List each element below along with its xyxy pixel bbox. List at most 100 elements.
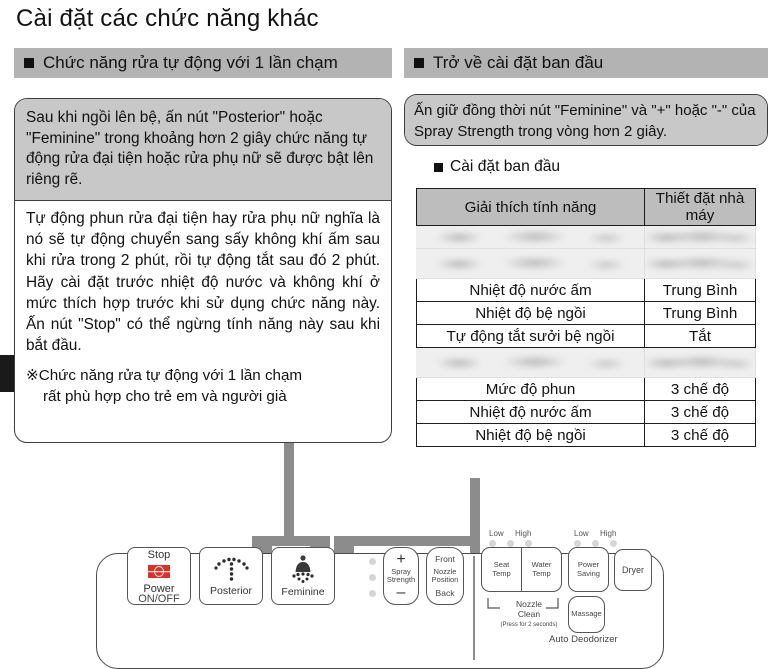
- led-dot: [610, 540, 617, 547]
- nozzle-position-label-2: Position: [431, 575, 459, 584]
- led-dot: [592, 540, 599, 547]
- section-header-left: Chức năng rửa tự động với 1 lần chạm: [14, 48, 392, 78]
- led-dot: [507, 540, 514, 547]
- power-saving-label-2: Saving: [577, 568, 600, 578]
- water-temp-label-2: Temp: [532, 568, 551, 578]
- indicator-dot: [369, 558, 376, 565]
- power-onoff-label: ON/OFF: [138, 593, 180, 605]
- table-col-header-setting: Thiết đặt nhà máy: [644, 188, 756, 226]
- posterior-button[interactable]: Posterior: [199, 547, 263, 605]
- table-cell-setting: 3 chế độ: [644, 423, 756, 447]
- led-low-label-2: Low: [574, 529, 589, 538]
- bullet-square-icon: [24, 58, 34, 68]
- water-temp-button[interactable]: Water Temp: [521, 547, 562, 592]
- table-cell-feature: Tự động tắt sưởi bệ ngồi: [416, 324, 645, 348]
- page-title: Cài đặt các chức năng khác: [16, 5, 319, 32]
- table-row: Nhiệt độ bệ ngồi Trung Bình: [416, 301, 756, 325]
- dryer-label: Dryer: [622, 564, 644, 575]
- nozzle-front-label: Front: [435, 554, 455, 564]
- table-cell-feature: Nhiệt độ nước ấm: [416, 278, 645, 302]
- left-callout-grey-text: Sau khi ngồi lên bệ, ấn nút "Posterior" …: [15, 99, 391, 201]
- right-callout-box: Ấn giữ đồng thời nút "Feminine" và "+" h…: [404, 94, 768, 146]
- initial-settings-table: Giải thích tính năng Thiết đặt nhà máy N…: [416, 188, 756, 447]
- nozzle-clean-label-2: Clean: [517, 608, 541, 619]
- section-header-left-label: Chức năng rửa tự động với 1 lần chạm: [43, 53, 338, 72]
- table-row: Nhiệt độ bệ ngồi 3 chế độ: [416, 423, 756, 447]
- spray-strength-button[interactable]: + Spray Strength –: [383, 547, 419, 605]
- initial-settings-subheader-label: Cài đặt ban đầu: [450, 158, 561, 175]
- note-marker-icon: ※: [26, 367, 39, 385]
- table-cell-setting: Trung Bình: [644, 301, 756, 325]
- page-edge-tab: [0, 355, 14, 392]
- table-cell-setting: Tắt: [644, 324, 756, 348]
- stop-power-button[interactable]: Stop Power ON/OFF: [127, 547, 191, 605]
- left-callout-note-line1: ※Chức năng rửa tự động với 1 lần chạm: [26, 366, 380, 387]
- table-row: [416, 347, 756, 378]
- led-dot: [525, 540, 532, 547]
- feminine-button[interactable]: Feminine: [271, 547, 335, 605]
- bullet-square-icon: [434, 162, 443, 172]
- table-row: [416, 225, 756, 249]
- dryer-leds: Low High: [574, 529, 617, 547]
- massage-button[interactable]: Massage: [568, 596, 605, 633]
- table-row: Nhiệt độ nước ấm 3 chế độ: [416, 400, 756, 424]
- table-body: Nhiệt độ nước ấm Trung Bình Nhiệt độ bệ ng…: [416, 225, 756, 447]
- panel-divider: [473, 556, 475, 660]
- posterior-spray-icon: [214, 557, 249, 581]
- table-cell-setting: [644, 225, 756, 249]
- section-header-right: Trở về cài đặt ban đầu: [404, 48, 768, 78]
- table-cell-feature: Mức độ phun: [416, 377, 645, 401]
- nozzle-clean-caption: Nozzle Clean (Press for 2 seconds): [489, 599, 569, 629]
- led-dot: [574, 540, 581, 547]
- table-cell-setting: 3 chế độ: [644, 400, 756, 424]
- table-cell-setting: 3 chế độ: [644, 377, 756, 401]
- table-cell-setting: [644, 248, 756, 279]
- table-row: Mức độ phun 3 chế độ: [416, 377, 756, 401]
- table-cell-feature: [416, 248, 645, 279]
- spray-plus-label: +: [396, 550, 406, 568]
- nozzle-position-button[interactable]: Front Nozzle Position Back: [426, 547, 464, 605]
- auto-deodorizer-label: Auto Deodorizer: [549, 634, 618, 645]
- table-cell-feature: Nhiệt độ nước ấm: [416, 400, 645, 424]
- seat-temp-button[interactable]: Seat Temp: [481, 547, 521, 592]
- seat-temp-label-2: Temp: [492, 568, 511, 578]
- led-dot: [489, 540, 496, 547]
- posterior-label: Posterior: [209, 585, 252, 597]
- nozzle-back-label: Back: [435, 587, 455, 598]
- indicator-dot: [369, 590, 376, 597]
- dryer-button[interactable]: Dryer: [614, 549, 652, 591]
- table-cell-feature: [416, 225, 645, 249]
- led-low-label: Low: [489, 529, 504, 538]
- table-row: Tự động tắt sưởi bệ ngồi Tắt: [416, 324, 756, 348]
- bullet-square-icon: [414, 58, 424, 68]
- left-callout-box: Sau khi ngồi lên bệ, ấn nút "Posterior" …: [14, 98, 392, 443]
- feminine-label: Feminine: [281, 586, 325, 598]
- indicator-dot: [369, 574, 376, 581]
- power-saving-button[interactable]: Power Saving: [568, 547, 609, 592]
- table-row: [416, 248, 756, 279]
- right-callout-text: Ấn giữ đồng thời nút "Feminine" và "+" h…: [405, 95, 767, 145]
- feminine-spray-icon: [292, 555, 314, 583]
- left-callout-body-text: Tự động phun rửa đại tiện hay rửa phụ nữ…: [26, 210, 380, 355]
- table-col-header-feature: Giải thích tính năng: [416, 188, 645, 226]
- led-high-label: High: [515, 529, 532, 538]
- left-callout-note-line2: rất phù hợp cho trẻ em và người già: [43, 387, 287, 405]
- note-text-1: Chức năng rửa tự động với 1 lần chạm: [38, 367, 303, 385]
- table-header-row: Giải thích tính năng Thiết đặt nhà máy: [416, 188, 756, 226]
- massage-label: Massage: [571, 609, 602, 619]
- left-callout-note: ※Chức năng rửa tự động với 1 lần chạm rấ…: [15, 364, 391, 415]
- section-header-right-label: Trở về cài đặt ban đầu: [433, 53, 604, 72]
- table-row: Nhiệt độ nước ấm Trung Bình: [416, 278, 756, 302]
- stop-label: Stop: [147, 549, 171, 561]
- led-high-label-2: High: [600, 529, 617, 538]
- initial-settings-subheader: Cài đặt ban đầu: [434, 158, 560, 176]
- table-cell-feature: Nhiệt độ bệ ngồi: [416, 301, 645, 325]
- table-cell-feature: Nhiệt độ bệ ngồi: [416, 423, 645, 447]
- manual-page: Cài đặt các chức năng khác Chức năng rửa…: [0, 0, 772, 669]
- spray-minus-label: –: [396, 583, 406, 601]
- seat-water-temp-leds: Low High: [489, 529, 532, 547]
- table-cell-setting: [644, 347, 756, 378]
- power-icon: [148, 565, 170, 578]
- spray-strength-indicator-dots: [369, 558, 376, 597]
- table-cell-feature: [416, 347, 645, 378]
